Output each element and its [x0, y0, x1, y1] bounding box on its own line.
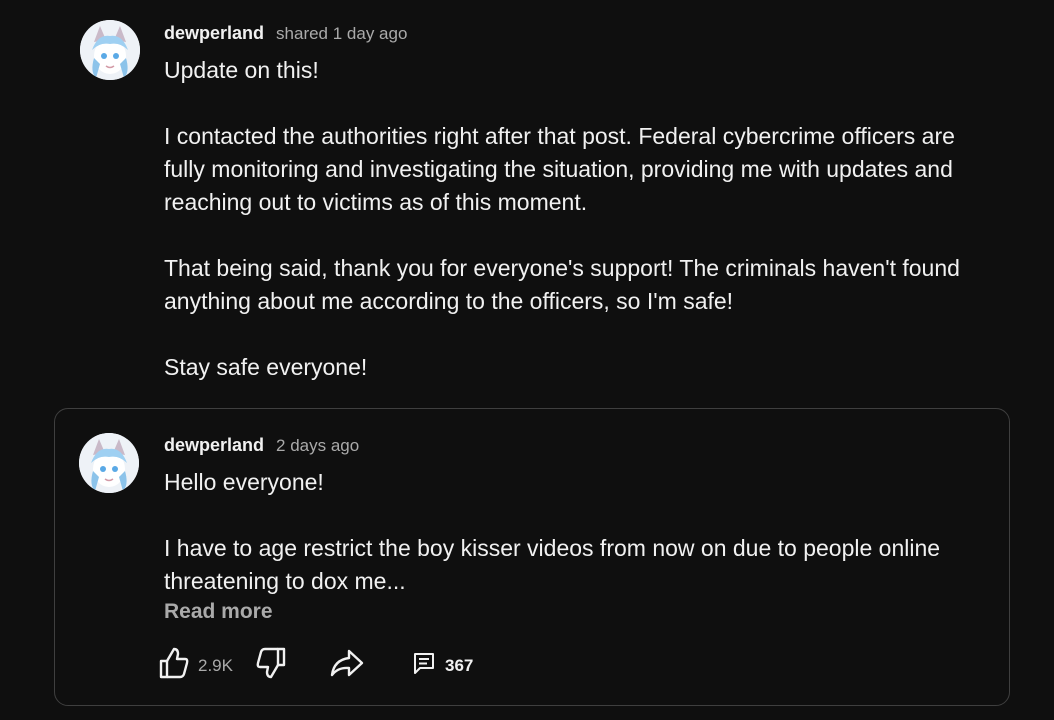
comment-icon: [411, 650, 437, 681]
post-paragraph: I contacted the authorities right after …: [164, 123, 955, 215]
author-avatar[interactable]: [80, 20, 140, 80]
post-paragraph: That being said, thank you for everyone'…: [164, 255, 960, 314]
share-button[interactable]: [329, 647, 365, 684]
thumbs-up-icon: [158, 646, 190, 685]
comment-count: 367: [444, 655, 474, 675]
post-timestamp[interactable]: shared 1 day ago: [276, 24, 407, 44]
author-name[interactable]: dewperland: [164, 435, 264, 456]
post-actions: 2.9K 367: [158, 646, 473, 685]
post-body: Hello everyone! I have to age restrict t…: [164, 466, 994, 598]
author-avatar[interactable]: [79, 433, 139, 493]
like-count: 2.9K: [198, 655, 233, 675]
post-paragraph: Stay safe everyone!: [164, 354, 368, 380]
comments-button[interactable]: 367: [411, 650, 473, 681]
read-more-link[interactable]: Read more: [164, 600, 273, 624]
dislike-button[interactable]: [255, 646, 287, 685]
like-button[interactable]: 2.9K: [158, 646, 233, 685]
post-body: Update on this! I contacted the authorit…: [164, 54, 984, 384]
post-paragraph: Update on this!: [164, 57, 319, 83]
author-name[interactable]: dewperland: [164, 23, 264, 44]
post-timestamp[interactable]: 2 days ago: [276, 436, 359, 456]
share-arrow-icon: [329, 647, 365, 684]
post-paragraph: I have to age restrict the boy kisser vi…: [164, 535, 941, 594]
post-paragraph: Hello everyone!: [164, 469, 324, 495]
thumbs-down-icon: [255, 646, 287, 685]
